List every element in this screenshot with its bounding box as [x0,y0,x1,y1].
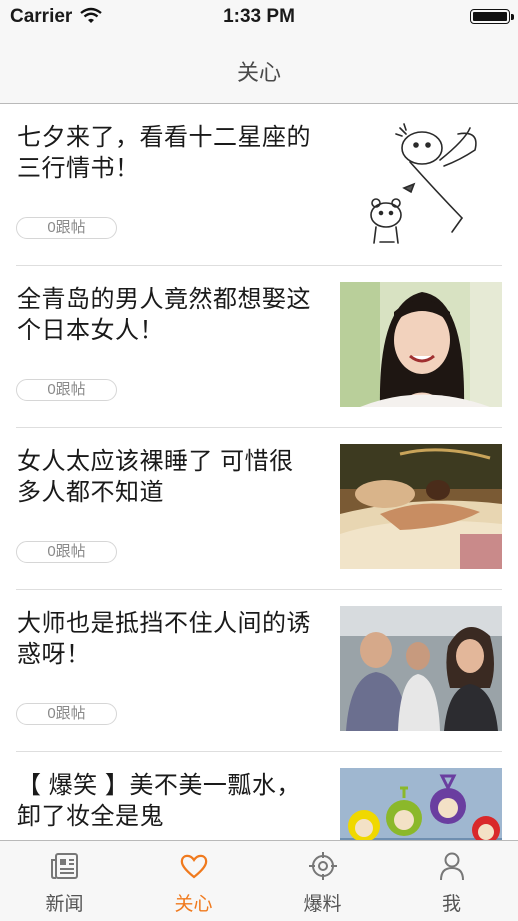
navigation-bar: 关心 [0,36,518,104]
reply-count-badge[interactable]: 0跟帖 [16,541,117,563]
teletubbies-thumbnail [340,768,502,840]
item-title: 女人太应该裸睡了 可惜很多人都不知道 [17,448,294,506]
bedroom-photo-thumbnail [340,444,502,569]
feed-item[interactable]: 女人太应该裸睡了 可惜很多人都不知道 0跟帖 [0,428,518,590]
feed-item[interactable]: 【 爆笑 】美不美一瓢水，卸了妆全是鬼 [0,752,518,840]
feed-item[interactable]: 全青岛的男人竟然都想娶这个日本女人！ 0跟帖 [0,266,518,428]
cartoon-sketch-thumbnail [340,120,502,245]
tab-news[interactable]: 新闻 [0,841,129,921]
tab-report[interactable]: 爆料 [258,841,387,921]
tab-care[interactable]: 关心 [129,841,258,921]
person-icon [439,852,464,881]
heart-icon [180,854,207,879]
tab-me[interactable]: 我 [387,841,516,921]
feed-item[interactable]: 七夕来了，看看十二星座的三行情书！ 0跟帖 [0,104,518,266]
tab-label: 爆料 [303,894,342,915]
status-time: 1:33 PM [223,6,295,27]
item-title: 全青岛的男人竟然都想娶这个日本女人！ [17,286,311,344]
street-crowd-thumbnail [340,606,502,731]
reply-count-badge[interactable]: 0跟帖 [16,703,117,725]
target-icon [308,852,337,880]
woman-portrait-thumbnail [340,282,502,407]
item-title: 大师也是抵挡不住人间的诱惑呀！ [17,610,311,668]
feed-item[interactable]: 大师也是抵挡不住人间的诱惑呀！ 0跟帖 [0,590,518,752]
feed-list[interactable]: 七夕来了，看看十二星座的三行情书！ 0跟帖 全青岛的男人竟然都想娶这个日本女人！… [0,104,518,840]
page-title: 关心 [236,60,281,85]
tab-label: 新闻 [45,894,84,915]
reply-count-badge[interactable]: 0跟帖 [16,379,117,401]
tab-label: 我 [441,894,461,915]
tab-label: 关心 [174,894,213,915]
newspaper-icon [50,853,78,879]
item-title: 七夕来了，看看十二星座的三行情书！ [17,124,311,182]
status-bar: Carrier 1:33 PM [0,0,518,36]
reply-count-badge[interactable]: 0跟帖 [16,217,117,239]
battery-icon [470,9,514,24]
tab-bar: 新闻 关心 爆料 我 [0,840,518,921]
item-title: 【 爆笑 】美不美一瓢水，卸了妆全是鬼 [17,772,301,830]
